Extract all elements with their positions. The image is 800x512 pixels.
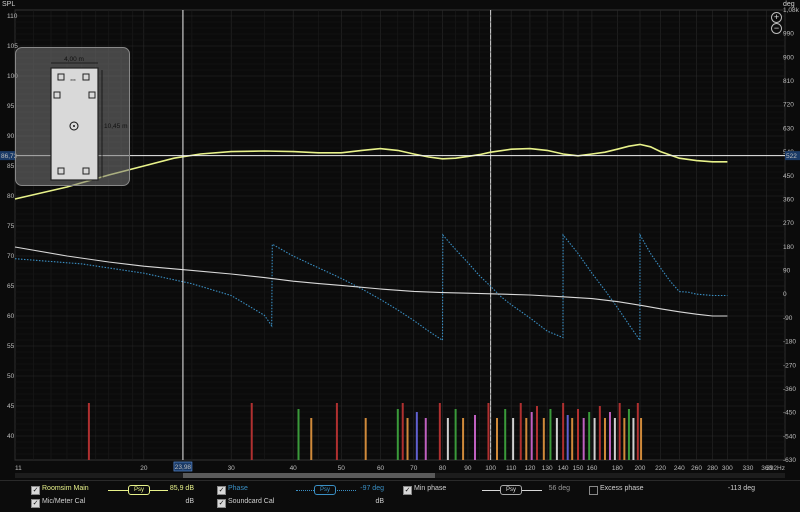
y-tick-label-left: 95 [7,103,15,110]
x-tick-label: 330 [742,465,753,472]
y-tick-label-right: -180 [783,339,796,346]
y-tick-label-right: -360 [783,386,796,393]
y-tick-label-right: 900 [783,54,794,61]
room-length-label: 10,45 m [104,123,128,130]
y-tick-label-right: -450 [783,410,796,417]
x-tick-label: 300 [722,465,733,472]
legend-minphase-value: 56 deg [548,485,570,492]
cursor-y-label-right: 522 [786,153,797,160]
psy-button-minphase[interactable]: Psy [500,485,522,495]
y-tick-label-right: 630 [783,125,794,132]
x-tick-label: 160 [586,465,597,472]
x-tick-label: 260 [691,465,702,472]
checkbox-mic-cal[interactable]: ✓ [31,499,40,508]
checkbox-min-phase[interactable]: ✓ [403,486,412,495]
x-tick-label: 100 [485,465,496,472]
y-tick-label-right: 450 [783,173,794,180]
legend-mic-name: Mic/Meter Cal [42,498,86,505]
y-tick-label-left: 45 [7,403,15,410]
x-tick-label: 392Hz [766,465,785,472]
y-tick-label-left: 55 [7,343,15,350]
y-tick-label-right: 720 [783,102,794,109]
room-diagram: 4,00 m 10,45 m xxx [50,56,128,181]
psy-button-phase[interactable]: Psy [314,485,336,495]
checkbox-soundcard-cal[interactable]: ✓ [217,499,226,508]
y-tick-label-right: -270 [783,362,796,369]
x-tick-label: 240 [674,465,685,472]
y-tick-label-right: 990 [783,31,794,38]
psy-button-main[interactable]: Psy [128,485,150,495]
y-tick-label-left: 75 [7,223,15,230]
legend-mic-value: dB [185,498,194,505]
y-tick-label-right: 90 [783,268,791,275]
y-tick-label-right: 270 [783,220,794,227]
cursor-x-label: 23,98 [175,464,192,471]
legend-panel: ✓ Roomsim Main Psy 85,9 dB ✓ Phase Psy -… [0,480,800,512]
legend-row-2: ✓ Mic/Meter Cal dB ✓ Soundcard Cal dB [0,497,800,509]
room-inset: 4,00 m 10,45 m xxx [15,47,130,186]
x-tick-label: 90 [464,465,472,472]
y-tick-label-right: -630 [783,457,796,464]
y-tick-label-left: 40 [7,433,15,440]
legend-minphase-name: Min phase [414,485,447,492]
y-tick-label-left: 50 [7,373,15,380]
x-tick-label: 50 [338,465,346,472]
x-tick-label: 80 [439,465,447,472]
y-axis-label-right: deg [783,1,795,8]
x-tick-label: 130 [542,465,553,472]
x-tick-label: 200 [635,465,646,472]
y-tick-label-left: 85 [7,163,15,170]
checkbox-roomsim-main[interactable]: ✓ [31,486,40,495]
y-axis-label-left: SPL [2,1,15,8]
y-tick-label-left: 80 [7,193,15,200]
y-tick-label-right: 810 [783,78,794,85]
x-tick-label: 120 [524,465,535,472]
legend-sound-value: dB [375,498,384,505]
legend-phase-name: Phase [228,485,248,492]
legend-row-1: ✓ Roomsim Main Psy 85,9 dB ✓ Phase Psy -… [0,484,800,496]
y-tick-label-right: 360 [783,196,794,203]
x-tick-label: 40 [290,465,298,472]
legend-main-name: Roomsim Main [42,485,89,492]
y-tick-label-right: 1,08k [783,7,800,14]
scrollbar-thumb[interactable] [183,473,435,478]
x-tick-label: 60 [377,465,385,472]
inset-small-label: xxx [70,78,76,82]
x-tick-label: 150 [573,465,584,472]
x-tick-label: 20 [140,465,148,472]
y-tick-label-left: 70 [7,253,15,260]
legend-sound-name: Soundcard Cal [228,498,275,505]
room-width-label: 4,00 m [64,56,84,63]
legend-phase-value: -97 deg [360,485,384,492]
y-tick-label-left: 65 [7,283,15,290]
x-tick-label: 110 [506,465,517,472]
x-tick-label: 140 [558,465,569,472]
y-tick-label-right: -90 [783,315,793,322]
x-tick-label: 30 [228,465,236,472]
zoom-out-icon[interactable]: − [771,23,782,34]
x-tick-label: 180 [612,465,623,472]
x-tick-label: 70 [410,465,418,472]
x-tick-label: 220 [655,465,666,472]
checkbox-phase[interactable]: ✓ [217,486,226,495]
y-tick-label-right: -540 [783,433,796,440]
y-tick-label-right: 180 [783,244,794,251]
y-tick-label-left: 90 [7,133,15,140]
legend-excess-name: Excess phase [600,485,644,492]
x-tick-label: 280 [707,465,718,472]
room-outline [50,67,99,181]
y-tick-label-left: 110 [7,13,18,20]
zoom-in-icon[interactable]: + [771,12,782,23]
x-tick-label: 11 [15,465,22,472]
legend-main-value: 85,9 dB [169,485,194,492]
checkbox-excess-phase[interactable] [589,486,598,495]
legend-excess-value: -113 deg [727,485,755,492]
y-tick-label-left: 60 [7,313,15,320]
y-tick-label-right: 0 [783,291,787,298]
